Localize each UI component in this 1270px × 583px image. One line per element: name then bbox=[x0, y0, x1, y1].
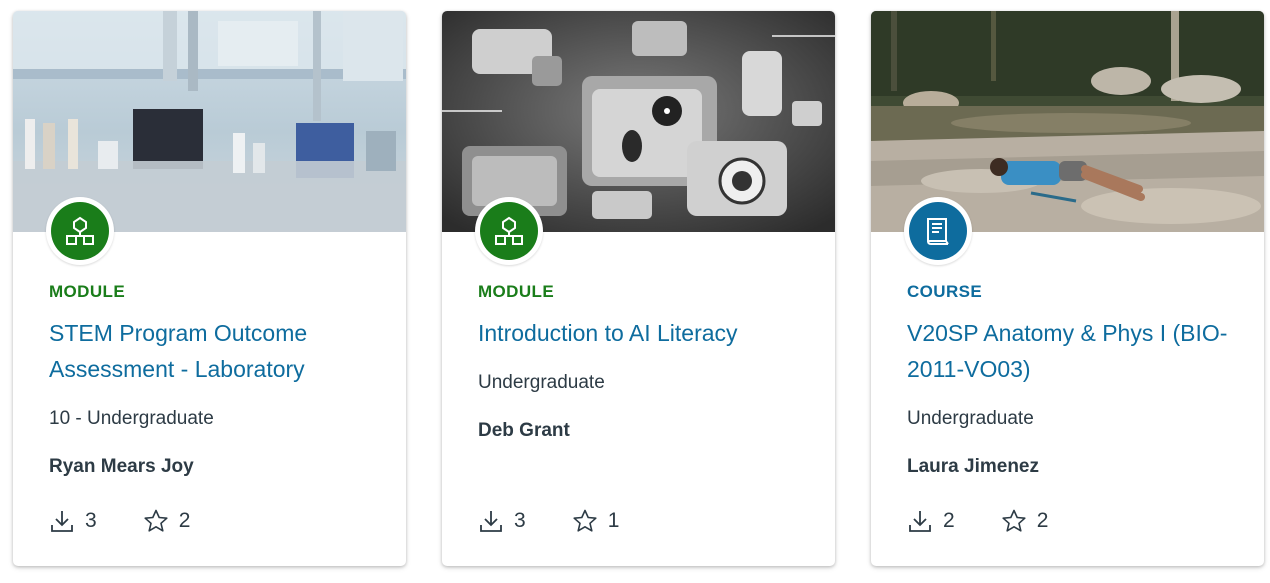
downloads-stat: 3 bbox=[49, 508, 97, 534]
favorites-stat: 2 bbox=[143, 508, 191, 534]
card-type-label: MODULE bbox=[478, 282, 555, 301]
card-title-link[interactable]: V20SP Anatomy & Phys I (BIO-2011-VO03) bbox=[907, 315, 1237, 387]
resource-card[interactable]: MODULE STEM Program Outcome Assessment -… bbox=[13, 11, 406, 566]
downloads-stat: 3 bbox=[478, 508, 526, 534]
download-icon bbox=[909, 511, 931, 532]
card-type-label: COURSE bbox=[907, 282, 983, 301]
star-icon bbox=[144, 509, 168, 532]
type-badge bbox=[475, 197, 543, 265]
type-badge bbox=[904, 197, 972, 265]
resource-card-grid: MODULE STEM Program Outcome Assessment -… bbox=[0, 0, 1270, 583]
card-type-label: MODULE bbox=[49, 282, 126, 301]
download-icon bbox=[480, 511, 502, 532]
card-stats: 3 1 bbox=[478, 506, 619, 536]
favorites-count: 1 bbox=[607, 509, 620, 532]
type-badge bbox=[46, 197, 114, 265]
favorites-count: 2 bbox=[178, 509, 191, 532]
star-icon bbox=[1002, 509, 1026, 532]
favorites-stat: 1 bbox=[572, 508, 620, 534]
downloads-count: 2 bbox=[943, 509, 955, 532]
module-hierarchy-icon bbox=[495, 216, 523, 245]
star-icon bbox=[573, 509, 597, 532]
card-level: Undergraduate bbox=[478, 372, 605, 393]
downloads-count: 3 bbox=[85, 509, 97, 532]
card-level: Undergraduate bbox=[907, 408, 1034, 429]
downloads-count: 3 bbox=[514, 509, 526, 532]
favorites-count: 2 bbox=[1036, 509, 1049, 532]
card-stats: 3 2 bbox=[49, 506, 190, 536]
card-level: 10 - Undergraduate bbox=[49, 408, 214, 429]
card-title-link[interactable]: STEM Program Outcome Assessment - Labora… bbox=[49, 315, 379, 387]
download-icon bbox=[51, 511, 73, 532]
card-stats: 2 2 bbox=[907, 506, 1048, 536]
module-hierarchy-icon bbox=[66, 216, 94, 245]
downloads-stat: 2 bbox=[907, 508, 955, 534]
book-icon bbox=[927, 218, 949, 245]
resource-card[interactable]: COURSE V20SP Anatomy & Phys I (BIO-2011-… bbox=[871, 11, 1264, 566]
favorites-stat: 2 bbox=[1001, 508, 1049, 534]
card-author: Laura Jimenez bbox=[907, 456, 1039, 477]
resource-card[interactable]: MODULE Introduction to AI Literacy Under… bbox=[442, 11, 835, 566]
card-title-link[interactable]: Introduction to AI Literacy bbox=[478, 315, 808, 351]
card-author: Ryan Mears Joy bbox=[49, 456, 194, 477]
card-author: Deb Grant bbox=[478, 420, 570, 441]
